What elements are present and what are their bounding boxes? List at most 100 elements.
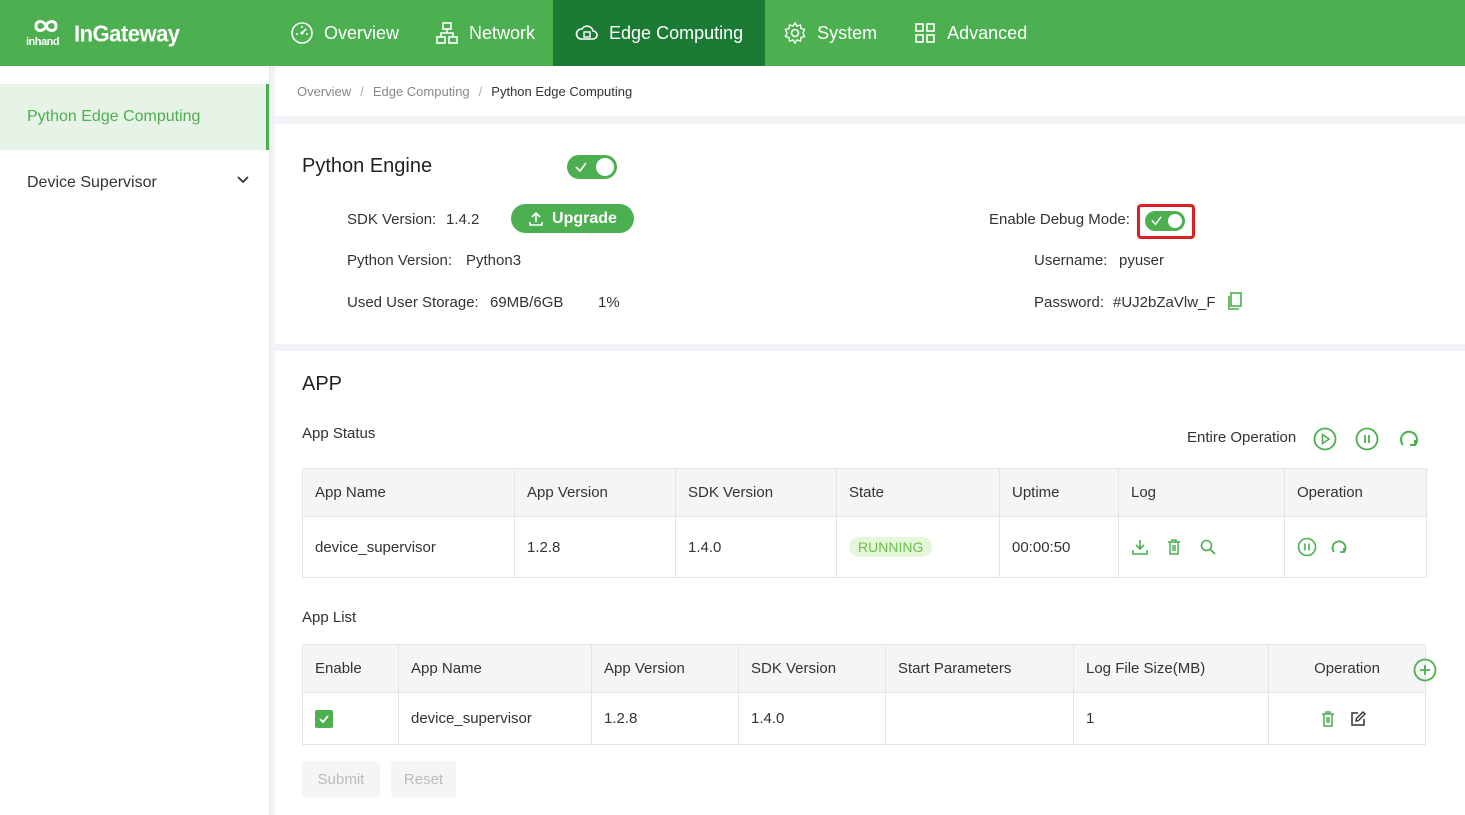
table-header-row: Enable App Name App Version SDK Version …	[302, 644, 1426, 693]
col-app-name: App Name	[302, 468, 515, 517]
copy-icon[interactable]	[1227, 292, 1243, 310]
upgrade-button[interactable]: Upgrade	[511, 204, 634, 233]
pause-all-icon[interactable]	[1355, 427, 1379, 451]
cell-start-parameters[interactable]	[885, 692, 1074, 745]
breadcrumb-edge-computing[interactable]: Edge Computing	[373, 84, 470, 99]
user-storage-label: Used User Storage:	[347, 294, 479, 311]
col-state: State	[836, 468, 1000, 517]
user-storage-value: 69MB/6GB	[490, 294, 564, 311]
reset-button[interactable]: Reset	[391, 761, 456, 797]
cell-operation	[1268, 692, 1426, 745]
logo-text: InGateway	[74, 20, 180, 47]
upgrade-label: Upgrade	[552, 209, 617, 227]
enable-checkbox[interactable]	[315, 709, 333, 728]
nav-network[interactable]: Network	[417, 0, 553, 66]
python-engine-toggle[interactable]	[567, 155, 617, 179]
cell-app-version: 1.2.8	[591, 692, 739, 745]
app-status-table: App Name App Version SDK Version State U…	[302, 468, 1427, 578]
restart-all-icon[interactable]	[1397, 427, 1421, 451]
col-log-file-size: Log File Size(MB)	[1073, 644, 1269, 693]
sidebar: Python Edge Computing Device Supervisor	[0, 66, 270, 815]
password-value: #UJ2bZaVlw_F	[1113, 294, 1216, 311]
top-navbar: inhand InGateway Overview Network Edge C…	[0, 0, 1465, 66]
delete-log-icon[interactable]	[1165, 538, 1183, 556]
table-row: device_supervisor 1.2.8 1.4.0 1	[302, 692, 1426, 745]
cell-operation	[1284, 516, 1427, 578]
sidebar-item-python-edge-computing[interactable]: Python Edge Computing	[0, 84, 269, 150]
edit-icon[interactable]	[1349, 710, 1367, 728]
col-operation: Operation	[1268, 644, 1426, 693]
cell-sdk-version: 1.4.0	[738, 692, 886, 745]
cell-app-version: 1.2.8	[514, 516, 676, 578]
sdk-version-label: SDK Version:	[347, 211, 437, 228]
dashboard-icon	[291, 22, 313, 44]
app-title: APP	[302, 373, 343, 395]
username-value: pyuser	[1119, 252, 1165, 269]
sidebar-item-device-supervisor[interactable]: Device Supervisor	[0, 150, 269, 216]
app-status-label: App Status	[302, 425, 376, 442]
col-uptime: Uptime	[999, 468, 1119, 517]
toggle-knob	[596, 158, 614, 176]
nav-system-label: System	[817, 22, 878, 43]
col-app-version: App Version	[514, 468, 676, 517]
breadcrumb-separator: /	[360, 83, 364, 99]
restart-icon[interactable]	[1329, 537, 1349, 557]
entire-operation-label: Entire Operation	[1187, 429, 1297, 446]
nav-edge-computing[interactable]: Edge Computing	[553, 0, 766, 66]
status-badge: RUNNING	[849, 537, 933, 557]
nav-overview[interactable]: Overview	[272, 0, 417, 66]
download-log-icon[interactable]	[1131, 538, 1149, 556]
col-sdk-version: SDK Version	[675, 468, 837, 517]
col-app-version: App Version	[591, 644, 739, 693]
breadcrumb-current: Python Edge Computing	[491, 83, 633, 99]
check-icon	[1151, 216, 1162, 226]
python-engine-card: Python Engine SDK Version: 1.4.2 Upgrade…	[275, 124, 1465, 344]
app-card: APP App Status Entire Operation App Name…	[275, 351, 1465, 815]
delete-icon[interactable]	[1319, 710, 1337, 728]
nav-edge-computing-label: Edge Computing	[609, 22, 744, 43]
debug-mode-toggle[interactable]	[1145, 211, 1185, 231]
start-all-icon[interactable]	[1313, 427, 1337, 451]
table-header-row: App Name App Version SDK Version State U…	[302, 468, 1427, 517]
cell-app-name: device_supervisor	[302, 516, 515, 578]
debug-mode-label: Enable Debug Mode:	[989, 211, 1130, 228]
col-log: Log	[1118, 468, 1285, 517]
engine-title: Python Engine	[302, 155, 433, 177]
table-row: device_supervisor 1.2.8 1.4.0 RUNNING 00…	[302, 516, 1427, 578]
cell-state: RUNNING	[836, 516, 1000, 578]
breadcrumb-overview[interactable]: Overview	[297, 84, 351, 99]
search-log-icon[interactable]	[1199, 538, 1217, 556]
toggle-knob	[1168, 214, 1182, 228]
cell-sdk-version: 1.4.0	[675, 516, 837, 578]
cell-log	[1118, 516, 1285, 578]
logo-mark: inhand	[26, 16, 70, 52]
sdk-version-value: 1.4.2	[446, 211, 480, 228]
breadcrumb: Overview / Edge Computing / Python Edge …	[275, 66, 1465, 116]
user-storage-percent: 1%	[598, 294, 620, 311]
main-nav: Overview Network Edge Computing System A…	[272, 0, 1045, 66]
chevron-down-icon	[237, 176, 249, 184]
network-icon	[436, 22, 458, 44]
col-start-parameters: Start Parameters	[885, 644, 1074, 693]
nav-advanced-label: Advanced	[947, 22, 1028, 43]
cloud-compute-icon	[575, 25, 598, 40]
nav-overview-label: Overview	[324, 22, 400, 43]
col-sdk-version: SDK Version	[738, 644, 886, 693]
nav-network-label: Network	[469, 22, 536, 43]
add-app-icon[interactable]	[1413, 658, 1437, 682]
app-list-table: Enable App Name App Version SDK Version …	[302, 644, 1426, 745]
nav-advanced[interactable]: Advanced	[895, 0, 1045, 66]
cell-app-name: device_supervisor	[398, 692, 592, 745]
app-list-label: App List	[302, 609, 357, 626]
submit-button[interactable]: Submit	[302, 761, 380, 797]
col-enable: Enable	[302, 644, 399, 693]
pause-icon[interactable]	[1297, 537, 1317, 557]
password-label: Password:	[1034, 294, 1105, 311]
username-label: Username:	[1034, 252, 1108, 269]
logo[interactable]: inhand InGateway	[26, 16, 180, 52]
python-version-label: Python Version:	[347, 252, 453, 269]
upload-icon	[529, 211, 543, 226]
cell-enable	[302, 692, 399, 745]
sidebar-item-label: Python Edge Computing	[27, 108, 201, 125]
nav-system[interactable]: System	[765, 0, 895, 66]
